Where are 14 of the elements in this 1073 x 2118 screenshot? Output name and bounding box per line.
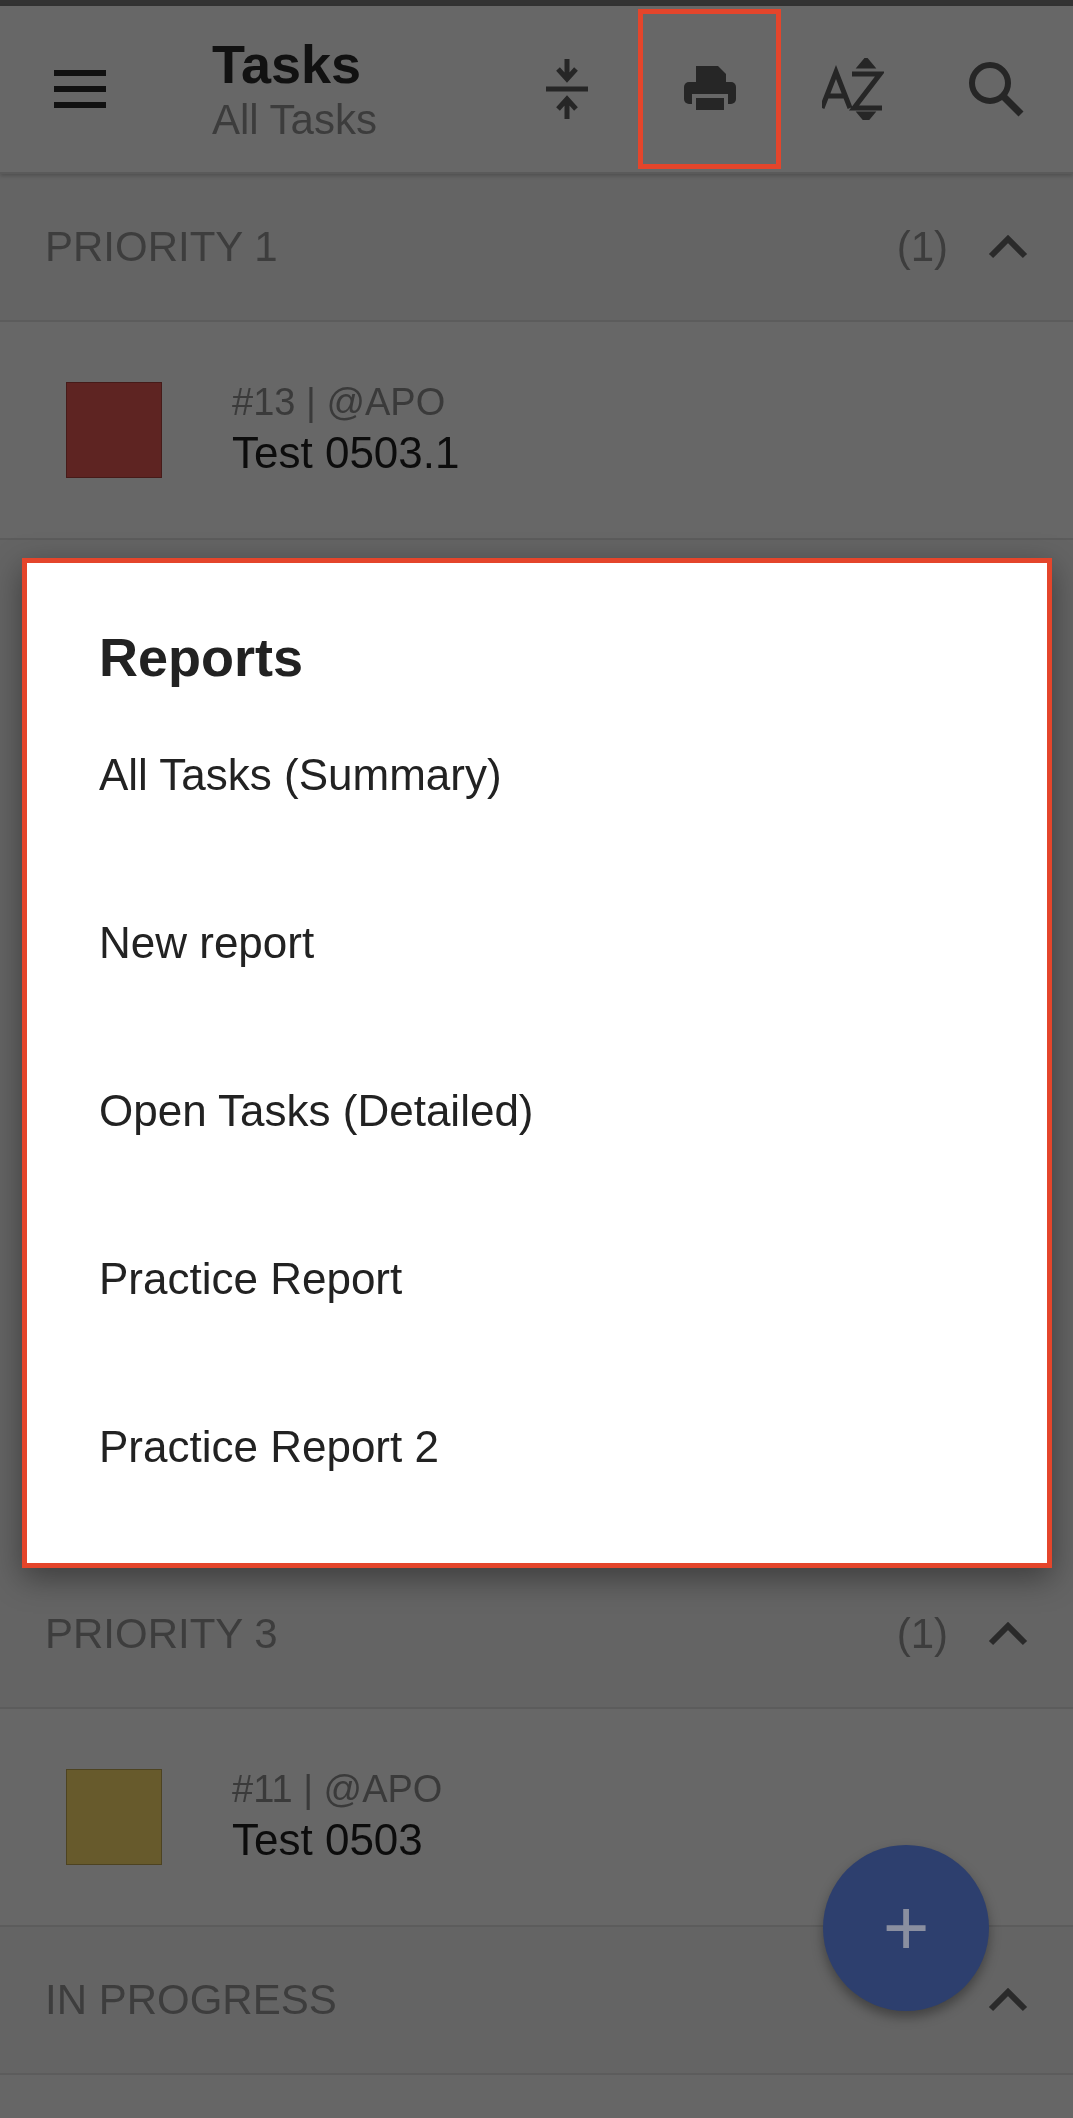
menu-icon xyxy=(54,70,106,108)
report-option[interactable]: Open Tasks (Detailed) xyxy=(27,1027,1047,1195)
dialog-title: Reports xyxy=(99,626,305,689)
report-option[interactable]: Practice Report 2 xyxy=(27,1363,1047,1531)
report-option[interactable]: Practice Report xyxy=(27,1195,1047,1363)
sort-alphabetical-icon xyxy=(821,58,884,120)
search-icon xyxy=(967,61,1024,117)
collapse-icon xyxy=(545,59,588,119)
task-title: Test 0503 xyxy=(232,1814,424,1866)
task-title: Test 0503.1 xyxy=(232,427,460,479)
report-option[interactable]: All Tasks (Summary) xyxy=(27,691,1047,859)
screen-title: Tasks xyxy=(212,33,363,95)
print-button[interactable] xyxy=(638,9,781,169)
report-option[interactable]: New report xyxy=(27,859,1047,1027)
